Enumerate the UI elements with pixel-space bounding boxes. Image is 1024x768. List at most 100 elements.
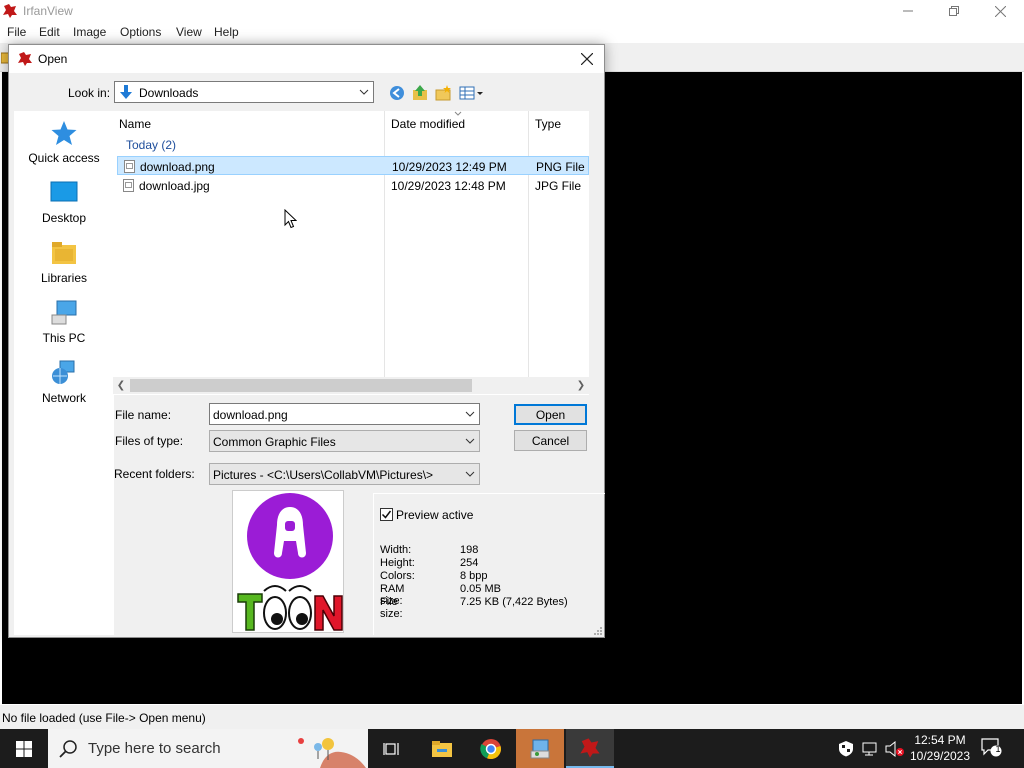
task-view-icon (383, 742, 399, 755)
status-text: No file loaded (use File-> Open menu) (2, 711, 206, 725)
chevron-down-icon (358, 85, 370, 99)
place-quick-access[interactable]: Quick access (14, 119, 114, 165)
file-name: download.png (140, 160, 215, 174)
defender-shield-icon[interactable] (838, 740, 854, 757)
volume-muted-icon[interactable] (885, 741, 905, 757)
file-name-input[interactable]: download.png (209, 403, 480, 425)
taskbar-file-explorer[interactable] (418, 729, 466, 768)
info-key: Height: (380, 557, 415, 569)
new-folder-icon[interactable] (435, 85, 451, 101)
taskbar-chrome[interactable] (467, 729, 515, 768)
recent-folders-value: Pictures - <C:\Users\CollabVM\Pictures\> (213, 468, 434, 482)
preview-active-label[interactable]: Preview active (396, 508, 473, 522)
scroll-left-icon[interactable]: ❮ (113, 379, 129, 392)
taskbar-search-box[interactable]: Type here to search (48, 729, 368, 768)
preview-image (232, 490, 344, 633)
recent-folders-select[interactable]: Pictures - <C:\Users\CollabVM\Pictures\> (209, 463, 480, 485)
place-label: Network (41, 391, 86, 405)
taskbar-clock[interactable]: 12:54 PM 10/29/2023 (905, 732, 975, 764)
scroll-right-icon[interactable]: ❯ (573, 379, 589, 392)
clock-date: 10/29/2023 (909, 749, 971, 763)
place-label: Desktop (41, 211, 87, 225)
place-label: Libraries (40, 271, 88, 285)
app-title: IrfanView (23, 4, 73, 18)
cancel-button[interactable]: Cancel (514, 430, 587, 451)
place-this-pc[interactable]: This PC (14, 299, 114, 345)
info-value: 198 (460, 544, 479, 556)
files-of-type-select[interactable]: Common Graphic Files (209, 430, 480, 452)
chevron-down-icon[interactable] (464, 407, 476, 421)
restore-icon (949, 6, 959, 16)
menu-view[interactable]: View (176, 25, 202, 39)
column-separator[interactable] (384, 111, 385, 377)
close-icon (581, 53, 593, 65)
chrome-icon (480, 738, 501, 759)
notification-count: 1 (995, 744, 1001, 754)
close-button[interactable] (977, 0, 1023, 22)
view-menu-icon (459, 86, 483, 100)
files-of-type-value: Common Graphic Files (213, 435, 336, 449)
file-icon (124, 160, 135, 173)
horizontal-scrollbar[interactable]: ❮ ❯ (113, 377, 589, 394)
file-row[interactable]: download.png 10/29/2023 12:49 PM PNG Fil… (117, 156, 589, 175)
file-name-label: File name: (115, 408, 172, 422)
star-icon (51, 121, 77, 145)
irfanview-taskbar-icon (580, 737, 600, 758)
open-button[interactable]: Open (514, 404, 587, 425)
file-row[interactable]: download.jpg 10/29/2023 12:48 PM JPG Fil… (117, 176, 589, 195)
file-list[interactable]: Name Date modified Type Today (2) downlo… (113, 111, 589, 395)
clock-time: 12:54 PM (914, 733, 966, 747)
dialog-close-button[interactable] (576, 48, 598, 70)
place-network[interactable]: Network (14, 359, 114, 405)
column-header-date[interactable]: Date modified (391, 117, 465, 131)
computer-icon (51, 300, 77, 325)
network-tray-icon[interactable] (862, 741, 880, 756)
notification-center-button[interactable]: 1 (980, 737, 1004, 761)
scrollbar-thumb[interactable] (130, 379, 472, 392)
file-date: 10/29/2023 12:48 PM (391, 179, 506, 193)
look-in-combo[interactable]: Downloads (114, 81, 374, 103)
place-libraries[interactable]: Libraries (14, 239, 114, 285)
search-placeholder: Type here to search (88, 740, 221, 757)
restore-button[interactable] (931, 0, 977, 22)
menu-file[interactable]: File (7, 25, 26, 39)
app-title-bar: IrfanView (0, 0, 1024, 22)
file-icon (123, 179, 134, 192)
column-header-name[interactable]: Name (119, 117, 151, 131)
task-view-button[interactable] (368, 729, 416, 768)
control-panel-icon (530, 739, 550, 758)
taskbar-irfanview[interactable] (566, 729, 614, 768)
sort-indicator-icon (454, 111, 462, 116)
taskbar-control-panel[interactable] (516, 729, 564, 768)
dialog-title-bar[interactable]: Open (9, 45, 604, 73)
start-button[interactable] (0, 729, 48, 768)
menu-edit[interactable]: Edit (39, 25, 60, 39)
preview-info-panel: Preview active Width: 198 Height: 254 Co… (373, 493, 605, 635)
up-folder-icon[interactable] (412, 84, 428, 101)
menu-help[interactable]: Help (214, 25, 239, 39)
info-value: 254 (460, 557, 479, 569)
back-icon[interactable] (389, 85, 405, 101)
view-menu-button[interactable] (459, 85, 485, 101)
place-desktop[interactable]: Desktop (14, 179, 114, 225)
place-label: This PC (42, 331, 86, 345)
info-value: 8 bpp (460, 570, 488, 582)
column-header-type[interactable]: Type (535, 117, 561, 131)
toon-logo-image (237, 493, 343, 631)
info-value: 7.25 KB (7,422 Bytes) (460, 596, 568, 608)
minimize-button[interactable] (885, 0, 931, 22)
look-in-label: Look in: (68, 86, 111, 100)
file-explorer-icon (432, 740, 452, 757)
column-separator[interactable] (528, 111, 529, 377)
group-header[interactable]: Today (2) (126, 138, 176, 152)
menu-image[interactable]: Image (73, 25, 106, 39)
menu-options[interactable]: Options (120, 25, 161, 39)
minimize-icon (903, 10, 913, 12)
downloads-arrow-icon (120, 85, 132, 99)
preview-active-checkbox[interactable] (380, 508, 393, 521)
windows-logo-icon (16, 740, 32, 757)
desktop-icon (50, 181, 78, 202)
search-highlight-icon (298, 738, 366, 768)
file-type: PNG File (536, 160, 585, 174)
resize-grip-icon[interactable] (593, 626, 603, 636)
